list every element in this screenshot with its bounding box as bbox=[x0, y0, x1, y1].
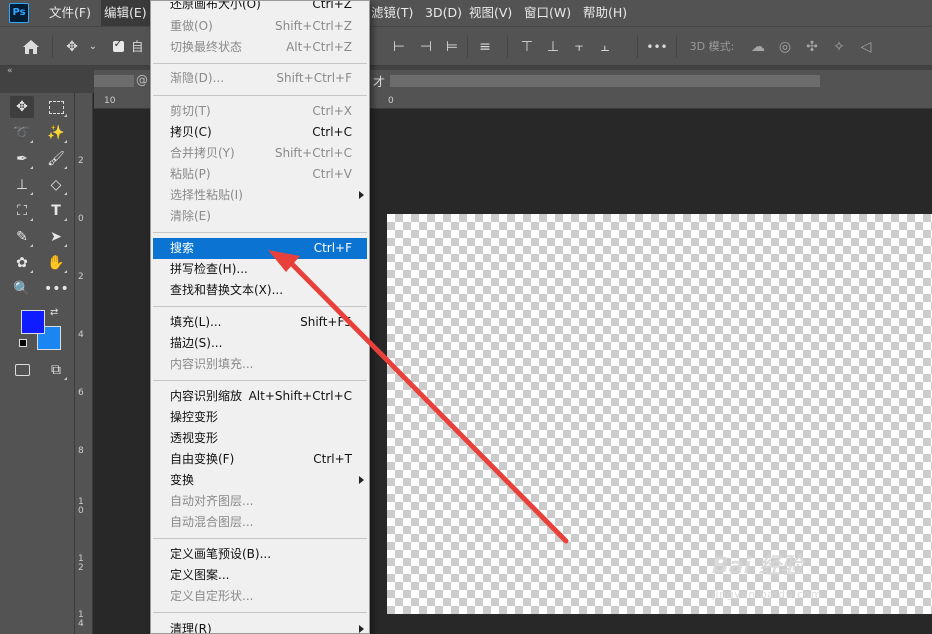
annotation-arrow bbox=[268, 250, 569, 544]
